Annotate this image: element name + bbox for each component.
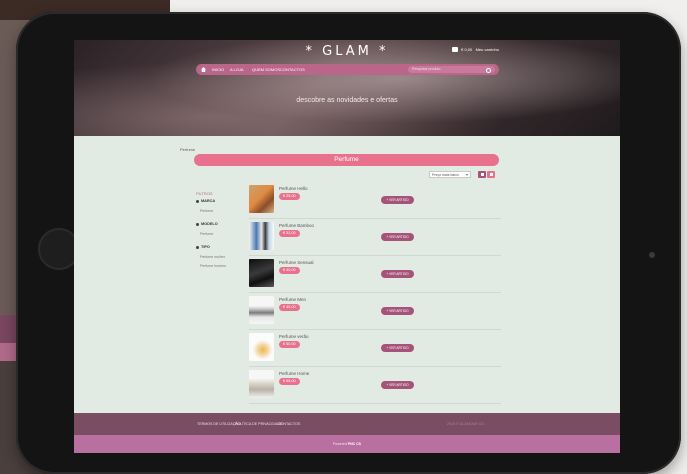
product-row: Perfume verão € 50,00 + VER ARTIGO	[249, 333, 501, 367]
view-product-label: VER ARTIGO	[389, 198, 409, 202]
product-price: € 40,00	[279, 267, 300, 274]
filter-group-label: TIPO	[201, 245, 210, 249]
cart-total: € 0,00	[461, 47, 473, 52]
product-name[interactable]: Perfume Home	[279, 371, 309, 376]
view-product-button[interactable]: + VER ARTIGO	[381, 344, 414, 352]
cart-label: Meu carrinho	[475, 47, 499, 52]
footer-link-contacts[interactable]: CONTACTOS	[278, 422, 300, 426]
filter-group-marca[interactable]: MARCA	[196, 199, 215, 203]
product-image[interactable]	[249, 296, 274, 324]
filter-option[interactable]: Perfume	[200, 232, 213, 236]
product-image[interactable]	[249, 222, 274, 250]
view-product-button[interactable]: + VER ARTIGO	[381, 270, 414, 278]
product-row: Perfume Men € 45,00 + VER ARTIGO	[249, 296, 501, 330]
powered-prefix: Powered	[332, 442, 347, 446]
search-placeholder: Pesquisar produto	[412, 67, 441, 71]
view-product-button[interactable]: + VER ARTIGO	[381, 233, 414, 241]
nav-item-contactos[interactable]: CONTACTOS	[280, 67, 305, 72]
product-name[interactable]: Perfume Hello	[279, 186, 308, 191]
sort-select[interactable]: Preço mais baixo	[429, 171, 471, 178]
product-price: € 25,00	[279, 193, 300, 200]
product-row: Perfume Hello € 25,00 + VER ARTIGO	[249, 185, 501, 219]
hero-banner: * GLAM * € 0,00 Meu carrinho INICIO A LO…	[74, 40, 620, 136]
powered-by: Powered PNC CS	[74, 442, 620, 446]
sub-footer: Powered PNC CS	[74, 435, 620, 453]
list-view-button[interactable]	[487, 171, 495, 178]
product-name[interactable]: Perfume Bamboo	[279, 223, 314, 228]
nav-item-a-loja[interactable]: A LOJA	[230, 67, 244, 72]
view-product-button[interactable]: + VER ARTIGO	[381, 381, 414, 389]
filter-group-label: MARCA	[201, 199, 216, 203]
filter-group-tipo[interactable]: TIPO	[196, 245, 210, 249]
powered-brand[interactable]: PNC CS	[348, 442, 361, 446]
view-product-label: VER ARTIGO	[389, 383, 409, 387]
view-product-button[interactable]: + VER ARTIGO	[381, 307, 414, 315]
view-product-label: VER ARTIGO	[389, 235, 409, 239]
grid-view-button[interactable]	[478, 171, 486, 178]
footer-link-privacy[interactable]: POLÍTICA DE PRIVACIDADE	[235, 422, 282, 426]
footer-copyright: 2015 © GLAMOUR CO.	[447, 422, 486, 426]
hero-tagline: descobre as novidades e ofertas	[296, 97, 398, 104]
product-image[interactable]	[249, 370, 274, 398]
product-name[interactable]: Perfume Men	[279, 297, 306, 302]
home-icon[interactable]	[201, 67, 206, 72]
product-price: € 65,00	[279, 378, 300, 385]
filter-option[interactable]: Perfume	[200, 209, 213, 213]
search-input[interactable]: Pesquisar produto	[408, 66, 495, 73]
product-image[interactable]	[249, 259, 274, 287]
main-nav: INICIO A LOJA QUEM SOMOS CONTACTOS Pesqu…	[196, 64, 499, 75]
filter-group-modelo[interactable]: MODELO	[196, 222, 218, 226]
view-product-button[interactable]: + VER ARTIGO	[381, 196, 414, 204]
search-icon[interactable]	[486, 67, 491, 73]
filter-option[interactable]: Perfume homem	[200, 264, 226, 268]
site-footer: TERMOS DE UTILIZAÇÃO POLÍTICA DE PRIVACI…	[74, 413, 620, 435]
view-product-label: VER ARTIGO	[389, 309, 409, 313]
footer-link-terms[interactable]: TERMOS DE UTILIZAÇÃO	[197, 422, 241, 426]
nav-item-inicio[interactable]: INICIO	[212, 67, 224, 72]
product-row: Perfume Sensual € 40,00 + VER ARTIGO	[249, 259, 501, 293]
tablet-camera	[649, 252, 655, 258]
product-price: € 32,00	[279, 230, 300, 237]
view-product-label: VER ARTIGO	[389, 272, 409, 276]
product-name[interactable]: Perfume verão	[279, 334, 309, 339]
cart-icon	[452, 47, 458, 53]
grid-icon	[480, 173, 484, 176]
breadcrumb[interactable]: Perfume	[180, 147, 195, 152]
product-image[interactable]	[249, 185, 274, 213]
product-image[interactable]	[249, 333, 274, 361]
view-product-label: VER ARTIGO	[389, 346, 409, 350]
filters-title: FILTROS	[196, 191, 213, 196]
product-row: Perfume Home € 65,00 + VER ARTIGO	[249, 370, 501, 404]
cart-link[interactable]: € 0,00 Meu carrinho	[452, 47, 499, 53]
nav-item-quem-somos[interactable]: QUEM SOMOS	[252, 67, 280, 72]
filter-group-label: MODELO	[201, 222, 218, 226]
minus-circle-icon	[196, 199, 199, 203]
minus-circle-icon	[196, 222, 199, 226]
chevron-down-icon	[466, 174, 468, 176]
sort-selected: Preço mais baixo	[432, 173, 459, 177]
tablet-screen: * GLAM * € 0,00 Meu carrinho INICIO A LO…	[74, 40, 620, 453]
page-title: Perfume	[194, 154, 499, 166]
site-logo[interactable]: * GLAM *	[74, 44, 620, 59]
list-icon	[489, 173, 493, 176]
minus-circle-icon	[196, 245, 199, 249]
product-price: € 50,00	[279, 341, 300, 348]
filter-option[interactable]: Perfume mulher	[200, 255, 225, 259]
product-price: € 45,00	[279, 304, 300, 311]
product-name[interactable]: Perfume Sensual	[279, 260, 314, 265]
product-row: Perfume Bamboo € 32,00 + VER ARTIGO	[249, 222, 501, 256]
